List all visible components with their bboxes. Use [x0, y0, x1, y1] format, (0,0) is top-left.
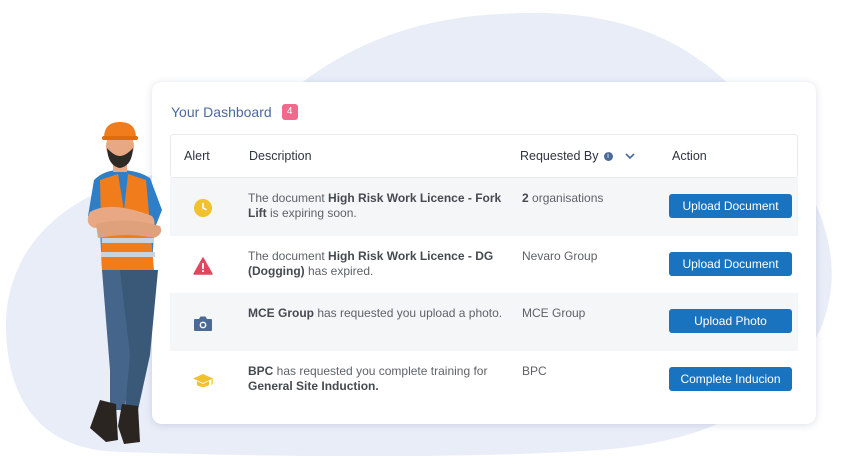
table-row: The document High Risk Work Licence - DG…: [170, 236, 798, 294]
chevron-down-icon[interactable]: [624, 152, 635, 160]
card-header: Your Dashboard 4: [171, 104, 298, 120]
complete-induction-button[interactable]: Complete Inducion: [669, 366, 792, 391]
column-header-requested-by[interactable]: Requested By i: [520, 135, 635, 177]
alert-count-badge: 4: [281, 104, 298, 120]
graduation-cap-icon: [192, 371, 214, 391]
column-header-alert: Alert: [184, 149, 210, 163]
dashboard-card: Your Dashboard 4 Alert Description Reque…: [152, 82, 816, 424]
row-requested-by: MCE Group: [522, 306, 586, 320]
requested-by-label: Requested By: [520, 149, 599, 163]
column-header-description: Description: [249, 149, 312, 163]
clock-icon: [192, 198, 214, 218]
upload-photo-button[interactable]: Upload Photo: [669, 309, 792, 333]
column-header-action: Action: [672, 149, 707, 163]
upload-document-button[interactable]: Upload Document: [669, 251, 792, 276]
dashboard-title: Your Dashboard: [171, 104, 272, 120]
table-row: The document High Risk Work Licence - Fo…: [170, 178, 798, 236]
info-icon: i: [603, 151, 613, 161]
row-requested-by: Nevaro Group: [522, 248, 598, 263]
row-description: MCE Group has requested you upload a pho…: [248, 306, 503, 320]
camera-icon: [192, 313, 214, 333]
table-row: MCE Group has requested you upload a pho…: [170, 293, 798, 351]
warning-icon: [192, 256, 214, 276]
row-requested-by: BPC: [522, 363, 547, 378]
row-description: The document High Risk Work Licence - Fo…: [248, 191, 502, 220]
table-header: Alert Description Requested By i Action: [170, 134, 798, 178]
table-row: BPC has requested you complete training …: [170, 351, 798, 409]
alerts-table: Alert Description Requested By i Action …: [170, 134, 798, 408]
row-description: BPC has requested you complete training …: [248, 363, 488, 393]
row-requested-by: 2 organisations: [522, 191, 604, 205]
upload-document-button[interactable]: Upload Document: [669, 194, 792, 218]
row-description: The document High Risk Work Licence - DG…: [248, 248, 494, 278]
construction-worker-illustration: [87, 122, 162, 444]
